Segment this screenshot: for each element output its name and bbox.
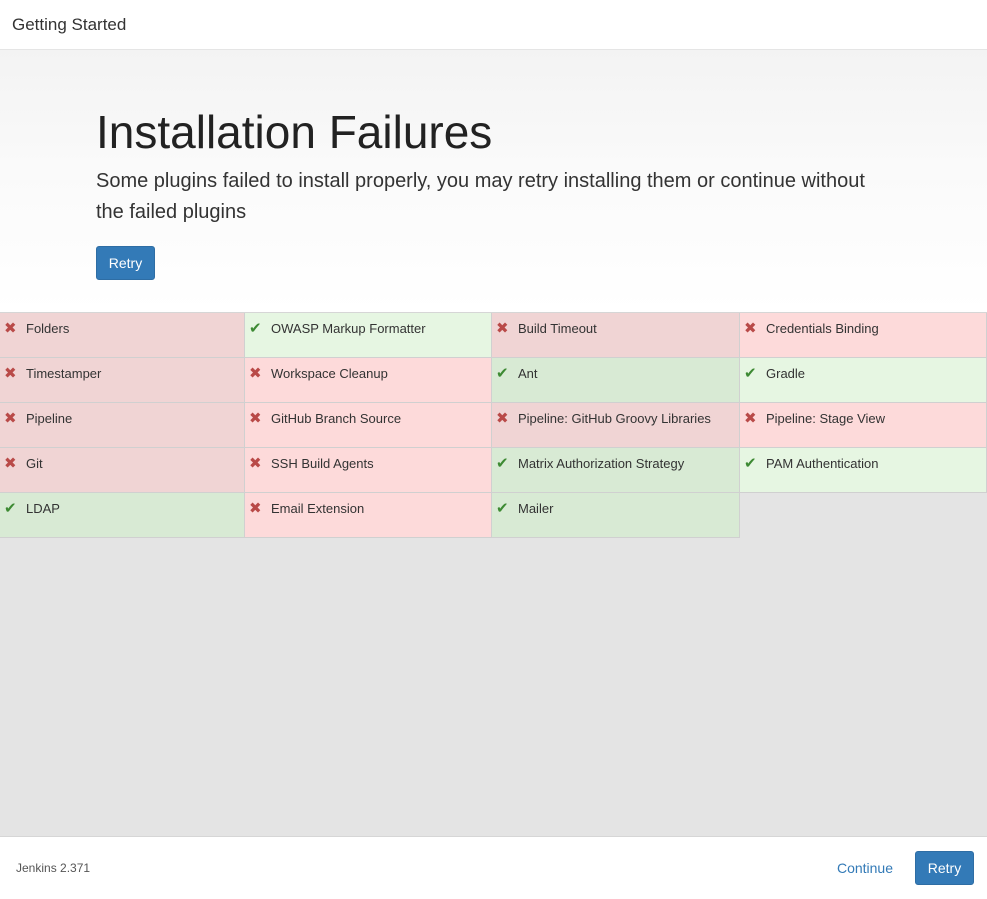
plugin-column: ✖ Folders ✖ Timestamper ✖ Pipeline ✖ Git ✔ LDAP — [0, 313, 245, 538]
retry-button[interactable]: Retry — [96, 246, 155, 280]
plugin-label: Pipeline: GitHub Groovy Libraries — [518, 411, 711, 426]
plugin-label: Gradle — [766, 366, 806, 381]
page-description: Some plugins failed to install properly,… — [96, 170, 865, 223]
plugin-item: ✖ Folders — [0, 313, 245, 358]
wizard-title: Getting Started — [12, 14, 127, 34]
setup-wizard-window: Getting Started Installation Failures So… — [0, 0, 987, 899]
plugin-label: GitHub Branch Source — [271, 411, 402, 426]
wizard-footer: Jenkins 2.371 Continue Retry — [0, 836, 987, 899]
plugin-label: Git — [26, 456, 43, 471]
plugin-grid: ✖ Folders ✖ Timestamper ✖ Pipeline ✖ Git ✔ LDAP ✔ O… — [0, 313, 987, 538]
x-icon: ✖ — [249, 410, 262, 427]
x-icon: ✖ — [744, 410, 757, 427]
plugin-item: ✖ Timestamper — [0, 358, 245, 403]
plugin-item: ✖ GitHub Branch Source — [245, 403, 492, 448]
check-icon: ✔ — [496, 365, 509, 382]
check-icon: ✔ — [496, 455, 509, 472]
check-icon: ✔ — [496, 500, 509, 517]
plugin-column: ✖ Credentials Binding ✔ Gradle ✖ Pipeline: St… — [740, 313, 987, 538]
plugin-label: Pipeline — [26, 411, 73, 426]
plugin-item: ✔ Gradle — [740, 358, 987, 403]
plugin-column: ✖ Build Timeout ✔ Ant ✖ Pipeline: GitHub Groo… — [492, 313, 740, 538]
check-icon: ✔ — [744, 365, 757, 382]
plugin-item: ✖ Git — [0, 448, 245, 493]
plugin-label: Pipeline: Stage View — [766, 411, 886, 426]
footer-retry-button[interactable]: Retry — [915, 851, 974, 885]
x-icon: ✖ — [4, 455, 17, 472]
plugin-item: ✔ PAM Authentication — [740, 448, 987, 493]
check-icon: ✔ — [249, 320, 262, 337]
x-icon: ✖ — [249, 455, 262, 472]
plugin-item: ✔ OWASP Markup Formatter — [245, 313, 492, 358]
plugin-item: ✖ Pipeline: Stage View — [740, 403, 987, 448]
jenkins-version: Jenkins 2.371 — [16, 861, 91, 875]
hero-section: Installation Failures Some plugins faile… — [0, 50, 987, 312]
plugin-label: PAM Authentication — [766, 456, 879, 471]
check-icon: ✔ — [744, 455, 757, 472]
plugin-item: ✖ Workspace Cleanup — [245, 358, 492, 403]
plugin-label: Email Extension — [271, 501, 365, 516]
x-icon: ✖ — [4, 410, 17, 427]
wizard-header: Getting Started — [0, 0, 987, 50]
x-icon: ✖ — [249, 500, 262, 517]
plugin-column: ✔ OWASP Markup Formatter ✖ Workspace Cleanu… — [245, 313, 492, 538]
plugin-item: ✖ Build Timeout — [492, 313, 740, 358]
check-icon: ✔ — [4, 500, 17, 517]
plugin-item: ✖ Pipeline: GitHub Groovy Libraries — [492, 403, 740, 448]
plugin-label: Build Timeout — [518, 321, 597, 336]
x-icon: ✖ — [496, 410, 509, 427]
x-icon: ✖ — [496, 320, 509, 337]
plugin-item: ✖ Email Extension — [245, 493, 492, 538]
plugin-item: ✖ Credentials Binding — [740, 313, 987, 358]
plugin-label: Matrix Authorization Strategy — [518, 456, 685, 471]
plugin-label: Workspace Cleanup — [271, 366, 388, 381]
plugin-label: OWASP Markup Formatter — [271, 321, 426, 336]
plugin-install-status-panel: ✖ Folders ✖ Timestamper ✖ Pipeline ✖ Git ✔ LDAP ✔ O… — [0, 312, 987, 836]
plugin-item: ✔ Matrix Authorization Strategy — [492, 448, 740, 493]
x-icon: ✖ — [4, 320, 17, 337]
plugin-label: Ant — [518, 366, 538, 381]
plugin-label: SSH Build Agents — [271, 456, 374, 471]
plugin-label: Credentials Binding — [766, 321, 879, 336]
x-icon: ✖ — [249, 365, 262, 382]
plugin-item: ✖ Pipeline — [0, 403, 245, 448]
plugin-item: ✖ SSH Build Agents — [245, 448, 492, 493]
x-icon: ✖ — [4, 365, 17, 382]
plugin-label: Folders — [26, 321, 70, 336]
plugin-label: Timestamper — [26, 366, 102, 381]
plugin-label: LDAP — [26, 501, 60, 516]
continue-link[interactable]: Continue — [837, 860, 893, 876]
plugin-item: ✔ Ant — [492, 358, 740, 403]
plugin-item: ✔ LDAP — [0, 493, 245, 538]
x-icon: ✖ — [744, 320, 757, 337]
plugin-label: Mailer — [518, 501, 554, 516]
plugin-item: ✔ Mailer — [492, 493, 740, 538]
page-title: Installation Failures — [96, 106, 493, 158]
